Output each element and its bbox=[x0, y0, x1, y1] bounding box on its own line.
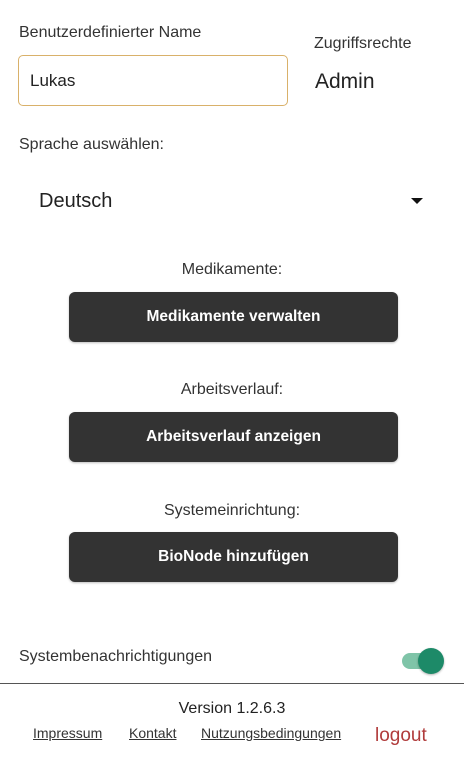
caret-down-icon bbox=[411, 198, 423, 204]
logout-button[interactable]: logout bbox=[375, 725, 427, 747]
version-text: Version 1.2.6.3 bbox=[178, 700, 286, 717]
language-select[interactable]: Deutsch bbox=[18, 178, 438, 226]
show-work-history-button[interactable]: Arbeitsverlauf anzeigen bbox=[69, 412, 398, 462]
language-selected-value: Deutsch bbox=[39, 190, 113, 212]
imprint-link[interactable]: Impressum bbox=[33, 725, 102, 741]
system-setup-label: Systemeinrichtung: bbox=[163, 502, 301, 519]
toggle-knob bbox=[418, 648, 444, 674]
name-input[interactable] bbox=[18, 55, 288, 106]
add-bionode-button[interactable]: BioNode hinzufügen bbox=[69, 532, 398, 582]
access-rights-value: Admin bbox=[315, 70, 375, 93]
footer-divider bbox=[0, 683, 464, 684]
terms-of-use-link[interactable]: Nutzungsbedingungen bbox=[201, 725, 341, 741]
name-label: Benutzerdefinierter Name bbox=[19, 24, 202, 41]
system-notifications-toggle[interactable] bbox=[401, 648, 445, 674]
medications-label: Medikamente: bbox=[181, 261, 283, 278]
language-label: Sprache auswählen: bbox=[19, 136, 164, 153]
access-rights-label: Zugriffsrechte bbox=[314, 35, 412, 52]
system-notifications-label: Systembenachrichtigungen bbox=[19, 648, 213, 665]
work-history-label: Arbeitsverlauf: bbox=[180, 381, 284, 398]
settings-screen: Benutzerdefinierter Name Zugriffsrechte … bbox=[0, 0, 464, 760]
manage-medications-button[interactable]: Medikamente verwalten bbox=[69, 292, 398, 342]
contact-link[interactable]: Kontakt bbox=[129, 725, 176, 741]
